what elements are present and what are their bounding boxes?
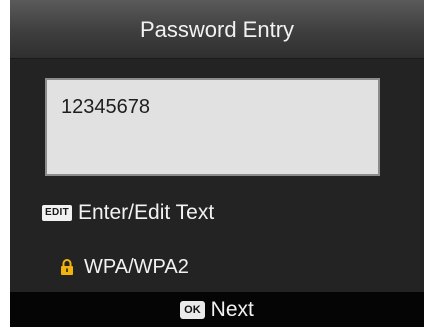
password-value: 12345678 [61,96,150,118]
security-label: WPA/WPA2 [84,255,189,278]
edit-key-icon: EDIT [42,205,72,221]
edit-text-action[interactable]: EDIT Enter/Edit Text [42,200,214,226]
password-input[interactable]: 12345678 [45,78,380,176]
lock-icon [61,259,73,275]
ok-key-icon: OK [180,300,205,319]
security-type: WPA/WPA2 [60,254,189,280]
password-entry-screen: Password Entry 12345678 EDIT Enter/Edit … [10,0,424,327]
next-button[interactable]: OK Next [180,298,254,322]
footer-bar: OK Next [10,292,424,327]
page-title: Password Entry [10,0,424,59]
next-label: Next [210,297,254,321]
edit-label: Enter/Edit Text [77,201,215,224]
